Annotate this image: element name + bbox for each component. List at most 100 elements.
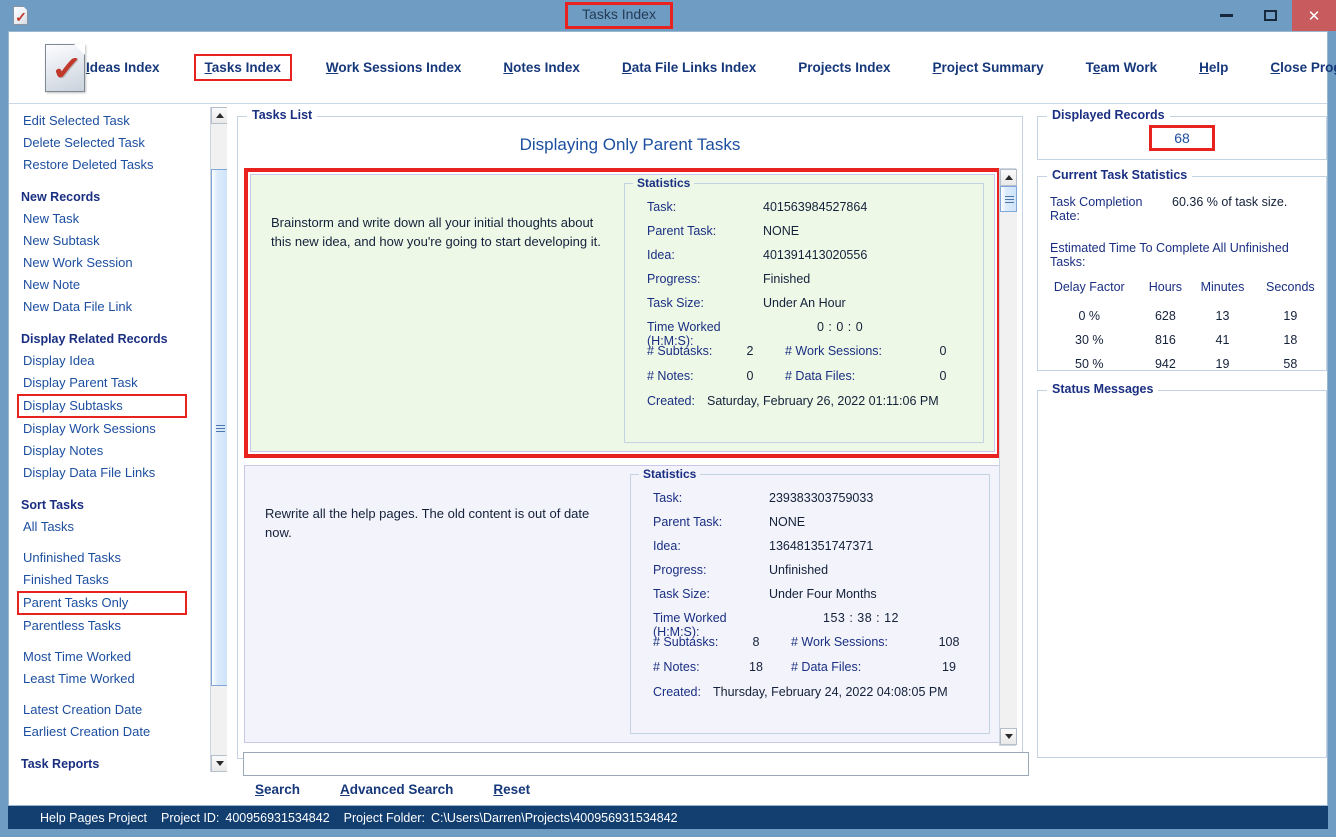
row-subtasks-worksessions: # Subtasks:8# Work Sessions:108 — [641, 635, 979, 660]
document-check-icon: ✓ — [13, 6, 28, 25]
task-id-value: 239383303759033 — [769, 491, 873, 505]
sidebar-item-new-note[interactable]: New Note — [9, 274, 227, 296]
completion-rate-row: Task Completion Rate: 60.36 % of task si… — [1038, 195, 1326, 223]
sidebar-item-delete-selected-task[interactable]: Delete Selected Task — [9, 132, 227, 154]
progress-label: Progress: — [635, 272, 763, 286]
task-cards-viewport[interactable]: Brainstorm and write down all your initi… — [244, 168, 1001, 746]
row-notes-datafiles: # Notes:0# Data Files:0 — [635, 369, 973, 394]
sidebar-heading-display-related-records: Display Related Records — [9, 328, 227, 350]
sidebar-spacer — [9, 538, 227, 547]
sidebar-item-most-time-worked[interactable]: Most Time Worked — [9, 646, 227, 668]
row-idea-id: Idea:136481351747371 — [641, 539, 979, 563]
sidebar-item-edit-selected-task[interactable]: Edit Selected Task — [9, 110, 227, 132]
subtasks-value: 8 — [721, 635, 791, 649]
row-idea-id: Idea:401391413020556 — [635, 248, 973, 272]
data-files-value: 19 — [919, 660, 979, 674]
menu-item-team-work[interactable]: Team Work — [1086, 57, 1158, 78]
row-time-worked: Time Worked (H:M:S):0 : 0 : 0 — [635, 320, 973, 344]
row-task-size: Task Size:Under Four Months — [641, 587, 979, 611]
sidebar-scroll-track[interactable] — [211, 124, 227, 755]
status-project-folder: C:\Users\Darren\Projects\400956931534842 — [431, 811, 678, 825]
sidebar-item-parent-tasks-only[interactable]: Parent Tasks Only — [17, 591, 187, 615]
menu-item-project-summary[interactable]: Project Summary — [933, 57, 1044, 78]
task-description: Rewrite all the help pages. The old cont… — [245, 466, 630, 742]
row-task-id: Task:239383303759033 — [641, 491, 979, 515]
sidebar-item-least-time-worked[interactable]: Least Time Worked — [9, 668, 227, 690]
task-card[interactable]: Rewrite all the help pages. The old cont… — [244, 465, 1001, 743]
subtasks-label: # Subtasks: — [635, 344, 715, 358]
sidebar-item-display-subtasks[interactable]: Display Subtasks — [17, 394, 187, 418]
created-value: Saturday, February 26, 2022 01:11:06 PM — [695, 394, 939, 408]
list-scroll-up-button[interactable] — [1000, 169, 1017, 186]
estimate-cell: 19 — [1190, 352, 1254, 376]
sidebar-item-latest-creation-date[interactable]: Latest Creation Date — [9, 699, 227, 721]
estimate-col-delay-factor: Delay Factor — [1038, 279, 1141, 304]
estimate-cell: 0 % — [1038, 304, 1141, 328]
sidebar-scroll-down-button[interactable] — [211, 755, 227, 772]
row-subtasks-worksessions: # Subtasks:2# Work Sessions:0 — [635, 344, 973, 369]
sidebar-item-display-idea[interactable]: Display Idea — [9, 350, 227, 372]
sidebar-scroll-thumb[interactable] — [211, 169, 227, 686]
task-card-selected-highlight[interactable]: Brainstorm and write down all your initi… — [244, 168, 1001, 458]
statistics-rows: Task:239383303759033Parent Task:NONEIdea… — [631, 475, 989, 709]
sidebar-scroll-up-button[interactable] — [211, 107, 227, 124]
current-task-statistics-body: Task Completion Rate: 60.36 % of task si… — [1038, 177, 1326, 376]
sidebar-item-new-task[interactable]: New Task — [9, 208, 227, 230]
row-time-worked: Time Worked (H:M:S):153 : 38 : 12 — [641, 611, 979, 635]
sidebar-item-unfinished-tasks[interactable]: Unfinished Tasks — [9, 547, 227, 569]
estimate-row: 0 %6281319 — [1038, 304, 1326, 328]
client-area: ✓ Ideas IndexTasks IndexWork Sessions In… — [8, 31, 1328, 806]
sidebar-item-all-tasks-statistics-report[interactable]: All Tasks Statistics Report — [9, 775, 227, 776]
window-icon: ✓ — [6, 0, 34, 31]
sidebar-item-display-parent-task[interactable]: Display Parent Task — [9, 372, 227, 394]
statistics-legend: Statistics — [633, 176, 694, 190]
menu-item-data-file-links-index[interactable]: Data File Links Index — [622, 57, 756, 78]
menu-item-projects-index[interactable]: Projects Index — [798, 57, 890, 78]
tasks-list-scrollbar[interactable] — [999, 168, 1016, 746]
task-card-wrapper[interactable]: Rewrite all the help pages. The old cont… — [244, 465, 1001, 743]
menu-item-notes-index[interactable]: Notes Index — [503, 57, 580, 78]
search-link-reset[interactable]: Reset — [493, 782, 530, 797]
time-worked-value: 153 : 38 : 12 — [769, 611, 899, 625]
sidebar-item-restore-deleted-tasks[interactable]: Restore Deleted Tasks — [9, 154, 227, 176]
menu-item-tasks-index[interactable]: Tasks Index — [194, 54, 292, 81]
idea-id-value: 401391413020556 — [763, 248, 867, 262]
search-link-advanced-search[interactable]: Advanced Search — [340, 782, 453, 797]
tasks-list-group: Tasks List Displaying Only Parent Tasks … — [237, 116, 1023, 759]
list-scroll-track[interactable] — [1000, 186, 1017, 728]
sidebar-item-new-work-session[interactable]: New Work Session — [9, 252, 227, 274]
estimated-time-header-row: Delay FactorHoursMinutesSeconds — [1038, 279, 1326, 304]
row-created: Created:Saturday, February 26, 2022 01:1… — [635, 394, 973, 418]
task-id-value: 401563984527864 — [763, 200, 867, 214]
menu-items: Ideas Index Tasks Index Work Sessions Inde… — [65, 54, 1336, 81]
maximize-button[interactable] — [1248, 0, 1292, 31]
search-input[interactable] — [243, 752, 1029, 776]
search-links: Search Advanced Search Reset — [255, 782, 530, 797]
sidebar-item-new-data-file-link[interactable]: New Data File Link — [9, 296, 227, 318]
list-scroll-thumb[interactable] — [1000, 186, 1017, 212]
menu-item-work-sessions-index[interactable]: Work Sessions Index — [326, 57, 462, 78]
sidebar-item-new-subtask[interactable]: New Subtask — [9, 230, 227, 252]
status-bar: Help Pages Project Project ID: 400956931… — [8, 806, 1328, 829]
status-project-id: 400956931534842 — [225, 811, 329, 825]
task-id-label: Task: — [635, 200, 763, 214]
parent-task-value: NONE — [763, 224, 799, 238]
menu-item-help[interactable]: Help — [1199, 57, 1228, 78]
search-link-search[interactable]: Search — [255, 782, 300, 797]
close-button[interactable]: ✕ — [1292, 0, 1336, 31]
sidebar-item-display-notes[interactable]: Display Notes — [9, 440, 227, 462]
task-statistics-box: StatisticsTask:239383303759033Parent Tas… — [630, 474, 990, 734]
estimate-col-hours: Hours — [1141, 279, 1191, 304]
sidebar-scrollbar[interactable] — [210, 107, 227, 772]
task-card[interactable]: Brainstorm and write down all your initi… — [250, 174, 995, 452]
sidebar-item-parentless-tasks[interactable]: Parentless Tasks — [9, 615, 227, 637]
sidebar-item-display-data-file-links[interactable]: Display Data File Links — [9, 462, 227, 484]
sidebar-item-finished-tasks[interactable]: Finished Tasks — [9, 569, 227, 591]
sidebar-item-all-tasks[interactable]: All Tasks — [9, 516, 227, 538]
sidebar-item-earliest-creation-date[interactable]: Earliest Creation Date — [9, 721, 227, 743]
sidebar-item-display-work-sessions[interactable]: Display Work Sessions — [9, 418, 227, 440]
list-scroll-down-button[interactable] — [1000, 728, 1017, 745]
minimize-button[interactable] — [1204, 0, 1248, 31]
menu-item-close-program[interactable]: Close Program — [1270, 57, 1336, 78]
menu-item-ideas-index[interactable]: Ideas Index — [86, 57, 160, 78]
